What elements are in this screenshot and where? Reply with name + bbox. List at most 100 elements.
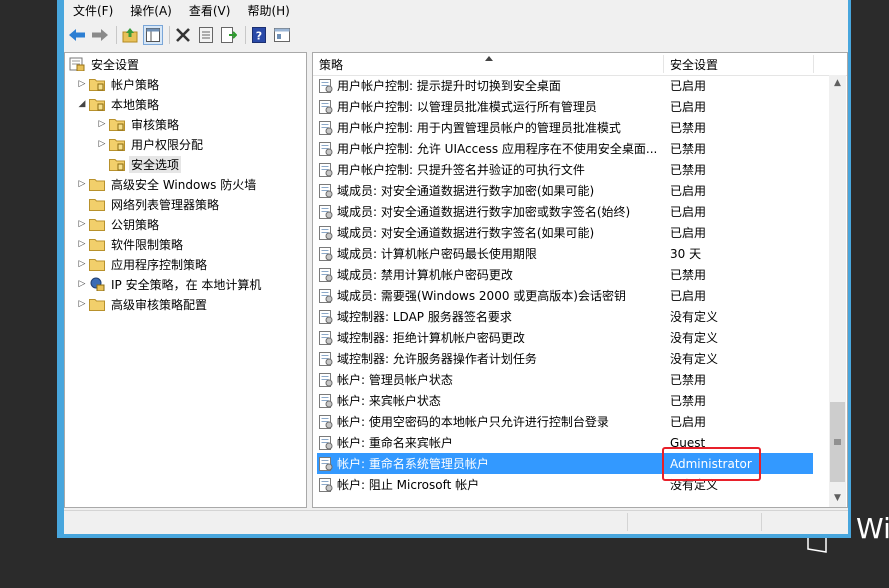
properties-button[interactable] bbox=[196, 25, 216, 45]
policy-setting: 已禁用 bbox=[670, 142, 707, 156]
tree-item-security-options[interactable]: 安全选项 bbox=[95, 154, 182, 174]
policy-name: 域成员: 需要强(Windows 2000 或更高版本)会话密钥 bbox=[337, 289, 626, 303]
policy-folder-icon bbox=[89, 77, 105, 91]
policy-row[interactable]: 域成员: 对安全通道数据进行数字加密或数字签名(始终) 已启用 bbox=[317, 201, 813, 222]
mmc-view-button[interactable] bbox=[272, 25, 292, 45]
scroll-thumb[interactable] bbox=[830, 402, 845, 482]
back-button[interactable] bbox=[67, 25, 87, 45]
tree-item-public-key-policies[interactable]: ▷ 公钥策略 bbox=[75, 214, 161, 234]
policy-folder-icon bbox=[109, 117, 125, 131]
help-button[interactable]: ? bbox=[249, 25, 269, 45]
up-folder-icon bbox=[122, 28, 138, 43]
tree-item-advanced-audit-policy[interactable]: ▷ 高级审核策略配置 bbox=[75, 294, 209, 314]
tree-item-windows-firewall[interactable]: ▷ 高级安全 Windows 防火墙 bbox=[75, 174, 258, 194]
tree-item-user-rights-assignment[interactable]: ▷ 用户权限分配 bbox=[95, 134, 205, 154]
expand-arrow-icon[interactable]: ▷ bbox=[75, 239, 89, 249]
delete-button[interactable] bbox=[173, 25, 193, 45]
column-header-setting[interactable]: 安全设置 bbox=[664, 53, 814, 75]
expand-arrow-icon[interactable]: ▷ bbox=[75, 299, 89, 309]
expand-arrow-icon[interactable]: ▷ bbox=[75, 179, 89, 189]
tree-item-app-control-policies[interactable]: ▷ 应用程序控制策略 bbox=[75, 254, 209, 274]
annotation-highlight-box bbox=[662, 447, 761, 481]
expand-arrow-icon[interactable]: ▷ bbox=[75, 219, 89, 229]
help-icon: ? bbox=[252, 27, 266, 43]
svg-text:?: ? bbox=[256, 30, 262, 43]
policy-icon bbox=[319, 330, 333, 345]
policy-icon bbox=[319, 204, 333, 219]
expand-arrow-icon[interactable]: ▷ bbox=[75, 259, 89, 269]
up-one-level-button[interactable] bbox=[120, 25, 140, 45]
scroll-down-arrow-icon[interactable]: ▼ bbox=[829, 490, 846, 507]
policy-name: 帐户: 使用空密码的本地帐户只允许进行控制台登录 bbox=[337, 415, 609, 429]
folder-icon bbox=[89, 177, 105, 191]
export-list-icon bbox=[221, 27, 237, 43]
expand-arrow-icon[interactable]: ▷ bbox=[75, 79, 89, 89]
menu-action[interactable]: 操作(A) bbox=[121, 1, 180, 21]
tree-item-account-policies[interactable]: ▷ 帐户策略 bbox=[75, 74, 161, 94]
column-header-setting-label: 安全设置 bbox=[670, 58, 719, 72]
tree-item-security-settings[interactable]: 安全设置 bbox=[69, 54, 141, 74]
policy-row[interactable]: 域控制器: 允许服务器操作者计划任务 没有定义 bbox=[317, 348, 813, 369]
policy-row[interactable]: 域成员: 禁用计算机帐户密码更改 已禁用 bbox=[317, 264, 813, 285]
policy-row[interactable]: 帐户: 管理员帐户状态 已禁用 bbox=[317, 369, 813, 390]
policy-row[interactable]: 用户帐户控制: 只提升签名并验证的可执行文件 已禁用 bbox=[317, 159, 813, 180]
mmc-view-icon bbox=[274, 28, 290, 42]
policy-setting: 已启用 bbox=[670, 205, 707, 219]
policy-icon bbox=[319, 78, 333, 93]
tree-item-software-restriction[interactable]: ▷ 软件限制策略 bbox=[75, 234, 185, 254]
console-tree: 安全设置 ▷ 帐户策略 ◢ 本地策略 ▷ 审核策略 ▷ 用户权限分配 安全选项 … bbox=[64, 52, 307, 508]
policy-row[interactable]: 域成员: 计算机帐户密码最长使用期限 30 天 bbox=[317, 243, 813, 264]
tree-item-label: 安全设置 bbox=[91, 57, 140, 72]
policy-row[interactable]: 用户帐户控制: 用于内置管理员帐户的管理员批准模式 已禁用 bbox=[317, 117, 813, 138]
vertical-scrollbar[interactable]: ▲ ▼ bbox=[829, 75, 846, 507]
policy-name: 域成员: 对安全通道数据进行数字加密或数字签名(始终) bbox=[337, 205, 631, 219]
policy-row[interactable]: 用户帐户控制: 以管理员批准模式运行所有管理员 已启用 bbox=[317, 96, 813, 117]
export-list-button[interactable] bbox=[219, 25, 239, 45]
policy-icon bbox=[319, 162, 333, 177]
menu-help[interactable]: 帮助(H) bbox=[238, 1, 297, 21]
tree-item-network-list-manager[interactable]: 网络列表管理器策略 bbox=[75, 194, 221, 214]
scroll-up-arrow-icon[interactable]: ▲ bbox=[829, 75, 846, 92]
policy-icon bbox=[319, 120, 333, 135]
policy-row[interactable]: 用户帐户控制: 允许 UIAccess 应用程序在不使用安全桌面... 已禁用 bbox=[317, 138, 813, 159]
policy-row[interactable]: 域控制器: 拒绝计算机帐户密码更改 没有定义 bbox=[317, 327, 813, 348]
column-divider[interactable] bbox=[813, 55, 814, 73]
folder-icon bbox=[89, 237, 105, 251]
policy-name: 域成员: 对安全通道数据进行数字加密(如果可能) bbox=[337, 184, 595, 198]
policy-icon bbox=[319, 477, 333, 492]
policy-row[interactable]: 域成员: 需要强(Windows 2000 或更高版本)会话密钥 已启用 bbox=[317, 285, 813, 306]
expand-arrow-icon[interactable]: ▷ bbox=[95, 139, 109, 149]
tree-item-label: 网络列表管理器策略 bbox=[111, 197, 220, 212]
policy-name: 域成员: 计算机帐户密码最长使用期限 bbox=[337, 247, 537, 261]
expand-arrow-icon[interactable]: ▷ bbox=[95, 119, 109, 129]
forward-arrow-icon bbox=[92, 29, 108, 41]
policy-row[interactable]: 域控制器: LDAP 服务器签名要求 没有定义 bbox=[317, 306, 813, 327]
policy-setting: 没有定义 bbox=[670, 331, 719, 345]
policy-row[interactable]: 用户帐户控制: 提示提升时切换到安全桌面 已启用 bbox=[317, 75, 813, 96]
toolbar-separator bbox=[245, 26, 246, 44]
menu-file[interactable]: 文件(F) bbox=[64, 1, 121, 21]
policy-row[interactable]: 帐户: 使用空密码的本地帐户只允许进行控制台登录 已启用 bbox=[317, 411, 813, 432]
policy-setting: 已禁用 bbox=[670, 121, 707, 135]
column-header-policy-label: 策略 bbox=[319, 58, 344, 72]
policy-icon bbox=[319, 351, 333, 366]
tree-item-ip-security-policies[interactable]: ▷ IP 安全策略，在 本地计算机 bbox=[75, 274, 263, 294]
show-hide-console-tree-button[interactable] bbox=[143, 25, 163, 45]
toolbar-separator bbox=[116, 26, 117, 44]
policy-row[interactable]: 帐户: 来宾帐户状态 已禁用 bbox=[317, 390, 813, 411]
status-bar bbox=[64, 510, 848, 535]
tree-item-local-policies[interactable]: ◢ 本地策略 bbox=[75, 94, 161, 114]
tree-item-audit-policy[interactable]: ▷ 审核策略 bbox=[95, 114, 181, 134]
policy-row[interactable]: 域成员: 对安全通道数据进行数字签名(如果可能) 已启用 bbox=[317, 222, 813, 243]
collapse-arrow-icon[interactable]: ◢ bbox=[75, 99, 89, 109]
policy-list: 策略 安全设置 用户帐户控制: 提示提升时切换到安全桌面 已启用 用户帐户控制: 以… bbox=[312, 52, 848, 508]
expand-arrow-icon[interactable]: ▷ bbox=[75, 279, 89, 289]
forward-button[interactable] bbox=[90, 25, 110, 45]
status-panel bbox=[761, 513, 849, 531]
policy-name: 域成员: 禁用计算机帐户密码更改 bbox=[337, 268, 513, 282]
policy-icon bbox=[319, 267, 333, 282]
policy-row[interactable]: 域成员: 对安全通道数据进行数字加密(如果可能) 已启用 bbox=[317, 180, 813, 201]
menu-view[interactable]: 查看(V) bbox=[180, 1, 239, 21]
policy-icon bbox=[319, 435, 333, 450]
security-settings-icon bbox=[69, 57, 85, 72]
